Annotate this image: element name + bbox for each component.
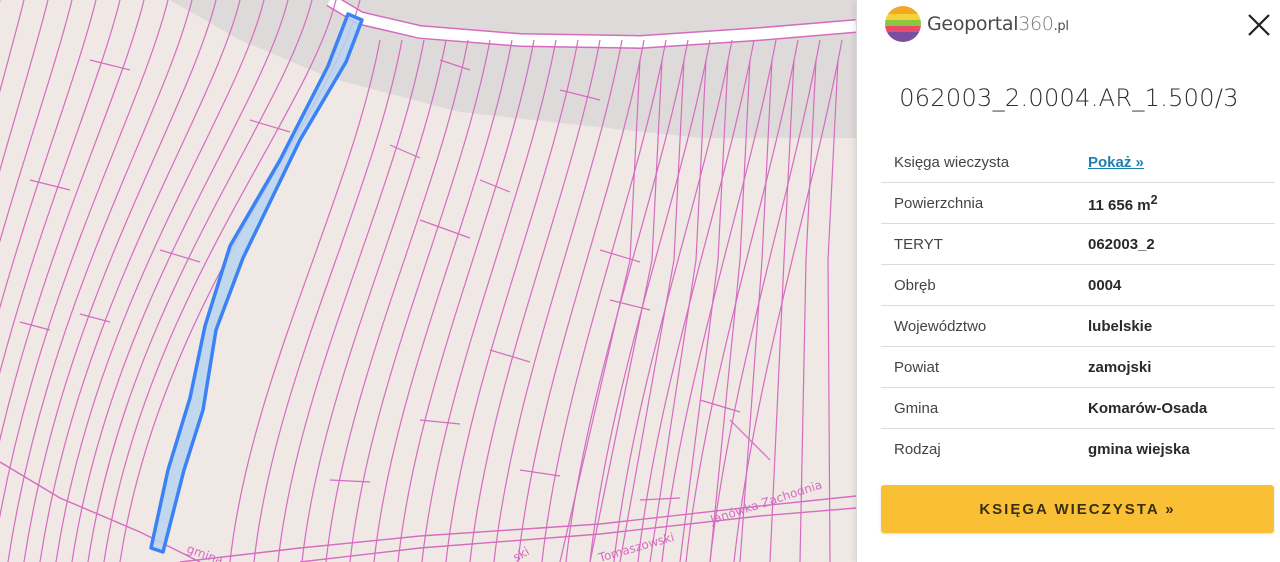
info-value: lubelskie — [1088, 305, 1275, 347]
info-key: Powierzchnia — [881, 182, 1088, 224]
info-key: Gmina — [881, 387, 1088, 429]
info-key: Księga wieczysta — [881, 142, 1088, 183]
info-row: Województwo lubelskie — [881, 305, 1275, 347]
info-value: 0004 — [1088, 264, 1275, 306]
info-row: Powiat zamojski — [881, 346, 1275, 388]
info-row: Powierzchnia 11 656 m2 — [881, 182, 1275, 224]
cadastral-map[interactable]: Janówka Zachodnia gmina ski Tomaszowski … — [0, 0, 856, 562]
info-value: 062003_2 — [1088, 223, 1275, 265]
info-value-text: Komarów-Osada — [1088, 399, 1208, 417]
info-key: Rodzaj — [894, 440, 941, 458]
info-value-text: lubelskie — [1088, 317, 1153, 335]
info-row: TERYT 062003_2 — [881, 223, 1275, 265]
info-value-text: 11 656 m — [1088, 196, 1151, 214]
info-value-sup: 2 — [1150, 192, 1158, 207]
info-key: TERYT — [881, 223, 1088, 265]
logo-tld: .pl — [1053, 19, 1069, 34]
info-value: Komarów-Osada — [1088, 387, 1275, 429]
info-value-text: 062003_2 — [1088, 235, 1155, 253]
geoportal-logo-icon — [885, 6, 921, 42]
info-value: gmina wiejska — [1088, 429, 1275, 470]
info-row: Obręb 0004 — [881, 264, 1275, 306]
info-row: Gmina Komarów-Osada — [881, 387, 1275, 429]
parcel-id: 062003_2.0004.AR_1.500/3 — [899, 84, 1239, 112]
info-value: Pokaż » — [1088, 142, 1275, 183]
info-value-text: zamojski — [1088, 358, 1152, 376]
info-value-text: 0004 — [1088, 276, 1122, 294]
info-value-text: gmina wiejska — [1088, 440, 1190, 458]
info-key: Obręb — [881, 264, 1088, 306]
info-value: zamojski — [1088, 346, 1275, 388]
info-row: Rodzaj gmina wiejska — [881, 429, 1275, 470]
logo-num: 360 — [1018, 13, 1054, 35]
info-value: 11 656 m2 — [1088, 182, 1275, 224]
kw-button[interactable]: KSIĘGA WIECZYSTA » — [881, 485, 1274, 533]
map-view[interactable]: Janówka Zachodnia gmina ski Tomaszowski … — [0, 0, 856, 562]
geoportal-logo[interactable]: Geoportal360.pl — [885, 6, 1069, 42]
info-key: Powiat — [881, 346, 1088, 388]
close-icon[interactable] — [1246, 12, 1272, 38]
info-row: Księga wieczysta Pokaż » — [881, 142, 1275, 183]
parcel-info-panel: Geoportal360.pl 062003_2.0004.AR_1.500/3… — [856, 0, 1280, 562]
logo-name: Geoportal — [927, 13, 1019, 35]
info-key: Województwo — [881, 305, 1088, 347]
parcel-info-table: Księga wieczysta Pokaż » Powierzchnia 11 65… — [881, 142, 1275, 469]
kw-show-link[interactable]: Pokaż » — [1088, 154, 1144, 171]
